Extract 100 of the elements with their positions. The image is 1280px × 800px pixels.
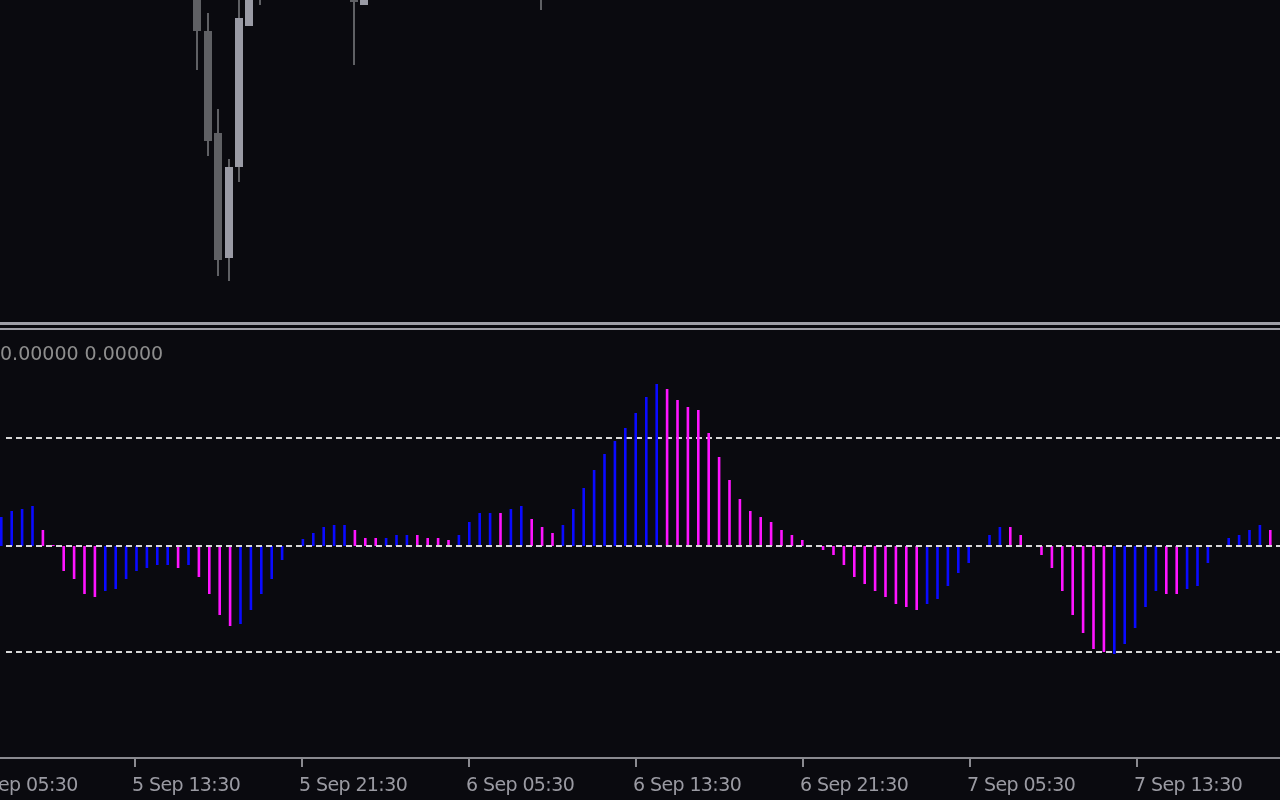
histogram-bar [176, 545, 180, 568]
histogram-bar [1248, 529, 1251, 546]
histogram-bar [0, 516, 3, 546]
candlestick [350, 0, 358, 65]
histogram-bar [1206, 545, 1210, 563]
candlestick [245, 0, 253, 26]
histogram-bar [738, 498, 742, 546]
histogram-bar [1019, 534, 1022, 546]
histogram-bar [83, 545, 86, 594]
histogram-bar [749, 510, 752, 546]
histogram-bar [863, 545, 866, 584]
histogram-bar [998, 526, 1002, 546]
candlestick [540, 0, 542, 10]
histogram-bar [488, 512, 492, 546]
histogram-bar [790, 534, 794, 546]
histogram-bar [551, 532, 554, 546]
histogram-bar [301, 538, 305, 546]
histogram-bar [187, 545, 190, 565]
histogram-bar [769, 521, 773, 546]
histogram-bar [374, 537, 377, 546]
histogram-bar [1227, 537, 1230, 546]
candlestick [360, 0, 368, 5]
histogram-bar [395, 534, 398, 546]
histogram-bar [384, 537, 388, 546]
histogram-bar [801, 539, 804, 546]
time-label: 6 Sep 21:30 [800, 772, 909, 795]
histogram-bar [946, 545, 950, 586]
histogram-bar [249, 545, 253, 610]
histogram-bar [145, 545, 149, 568]
histogram-bar [260, 545, 263, 594]
histogram-bar [853, 545, 856, 577]
histogram-bar [436, 537, 440, 546]
histogram-bar [124, 545, 128, 579]
histogram-bar [312, 532, 315, 546]
histogram-bar [759, 516, 762, 546]
histogram-bar [1009, 526, 1012, 546]
histogram-bar [343, 524, 346, 546]
histogram-bar [1061, 545, 1064, 591]
time-label: 5 Sep 13:30 [132, 772, 241, 795]
histogram-bar [967, 545, 970, 563]
histogram-bar [426, 537, 429, 546]
histogram-bar [1165, 545, 1168, 594]
histogram-bar [582, 487, 585, 546]
histogram-bar [1071, 545, 1074, 615]
histogram-bar [104, 545, 107, 591]
histogram-bar [416, 534, 419, 546]
histogram-bar [31, 505, 34, 546]
candlestick [193, 0, 201, 70]
time-label: 7 Sep 13:30 [1134, 772, 1243, 795]
time-label: 6 Sep 05:30 [466, 772, 575, 795]
histogram-bar [540, 526, 544, 546]
histogram-bar [957, 545, 960, 573]
histogram-bar [93, 545, 97, 597]
histogram-bar [1237, 534, 1241, 546]
time-label: 6 Sep 13:30 [633, 772, 742, 795]
histogram-bar [208, 545, 211, 594]
histogram-bar [1050, 545, 1054, 568]
histogram-bar [166, 545, 169, 565]
histogram-bar [842, 545, 846, 565]
histogram-bar [561, 524, 565, 546]
histogram-bar [41, 529, 45, 546]
histogram-bar [509, 508, 513, 546]
histogram-bar [197, 545, 201, 577]
histogram-bar [1154, 545, 1158, 591]
histogram-bar [572, 508, 575, 546]
histogram-bar [821, 545, 825, 550]
histogram-bar [499, 512, 502, 546]
histogram-bar [270, 545, 273, 579]
time-label: 7 Sep 05:30 [967, 772, 1076, 795]
histogram-bar [1185, 545, 1189, 589]
histogram-bar [905, 545, 908, 607]
histogram-bar [135, 545, 138, 571]
histogram-bar [332, 524, 336, 546]
histogram-bar [530, 518, 533, 546]
histogram-bar [1040, 545, 1043, 555]
histogram-bar [322, 526, 325, 546]
histogram-bar [10, 510, 13, 546]
histogram-bar [468, 521, 471, 546]
histogram-bar [884, 545, 887, 597]
histogram-bar [478, 512, 481, 546]
histogram-bar [925, 545, 929, 604]
histogram-bar [1258, 524, 1262, 546]
histogram-bar [62, 545, 65, 571]
histogram-bar [457, 534, 461, 546]
histogram-bar [353, 529, 357, 546]
candlestick [259, 0, 261, 5]
histogram-bar [364, 537, 367, 546]
histogram-bar [988, 534, 991, 546]
histogram-bar [728, 479, 731, 546]
histogram-bar [218, 545, 221, 615]
histogram-bar [915, 545, 918, 610]
histogram-bar [447, 539, 450, 546]
histogram-bar [1175, 545, 1178, 594]
histogram-bar [20, 508, 24, 546]
indicator-values: 0.00000 0.00000 [0, 341, 164, 364]
histogram-bar [936, 545, 939, 599]
histogram-bar [156, 545, 159, 565]
histogram-bar [894, 545, 898, 604]
histogram-bar [832, 545, 835, 555]
histogram-bar [520, 505, 523, 546]
